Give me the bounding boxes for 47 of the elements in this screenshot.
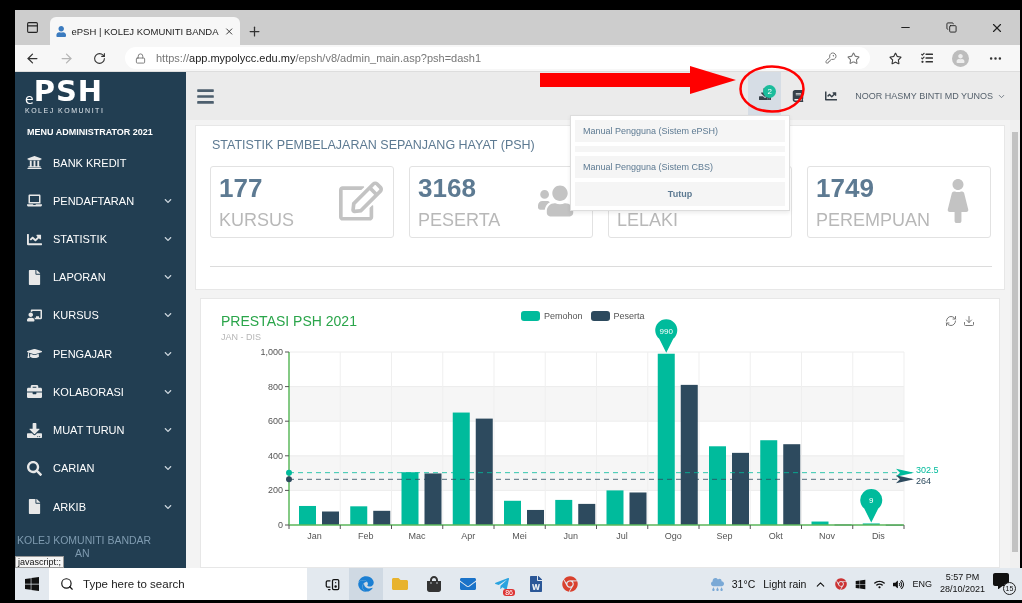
stat-value: 3168: [418, 173, 476, 203]
sidebar-label: PENDAFTARAN: [53, 194, 136, 207]
axis-label: Sep: [716, 531, 733, 541]
axis-label: Jan: [307, 531, 322, 541]
axis-label: Apr: [461, 531, 476, 541]
average-label: 264: [916, 476, 932, 487]
sidebar-label: KURSUS: [53, 309, 100, 322]
pin-label: 9: [869, 496, 874, 506]
axis-label: Mei: [512, 531, 527, 541]
average-label: 302.5: [916, 464, 939, 475]
sidebar-label: STATISTIK: [53, 233, 108, 245]
axis-label: 600: [267, 416, 283, 427]
sidebar-label: PENGAJAR: [53, 347, 114, 360]
notification-badge: 2: [763, 85, 777, 98]
sidebar-label: LAPORAN: [53, 271, 107, 284]
axis-label: Ogo: [664, 531, 682, 541]
axis-label: Feb: [358, 531, 374, 541]
stat-label: KURSUS: [219, 210, 294, 231]
chart-subtitle: JAN - DIS: [221, 332, 262, 342]
sidebar-label: BANK KREDIT: [53, 156, 128, 169]
status-tooltip: javascript:;: [15, 556, 64, 568]
axis-label: Mac: [408, 531, 426, 541]
menu-heading: MENU ADMINISTRATOR 2021: [26, 126, 154, 140]
pin-label: 990: [659, 326, 673, 336]
axis-label: Nov: [819, 531, 836, 541]
axis-label: 0: [278, 520, 283, 530]
sidebar-label: KOLABORASI: [53, 385, 125, 398]
panel-title: STATISTIK PEMBELAJARAN SEPANJANG HAYAT (PSH): [212, 138, 535, 152]
stat-value: 177: [219, 173, 263, 203]
stat-label: LELAKI: [617, 210, 679, 231]
axis-label: 200: [267, 485, 283, 496]
chart-title: PRESTASI PSH 2021: [221, 313, 358, 329]
axis-label: 800: [267, 381, 283, 392]
axis-label: Dis: [871, 531, 885, 541]
college-name: KOLEJ KOMUNITI BANDAR: [17, 533, 153, 547]
axis-label: Jun: [563, 531, 579, 541]
axis-label: Okt: [768, 531, 783, 541]
sidebar-label: MUAT TURUN: [53, 424, 126, 437]
stat-label: PESERTA: [418, 210, 501, 231]
axis-label: Jul: [616, 531, 628, 541]
sidebar-label: CARIAN: [53, 462, 96, 475]
sidebar-label: ARKIB: [53, 500, 87, 513]
axis-label: 1,000: [260, 347, 283, 357]
stat-label: PEREMPUAN: [816, 210, 931, 231]
stat-value: 1749: [816, 173, 874, 203]
college-name: AN: [74, 546, 91, 561]
axis-label: 400: [267, 450, 283, 461]
